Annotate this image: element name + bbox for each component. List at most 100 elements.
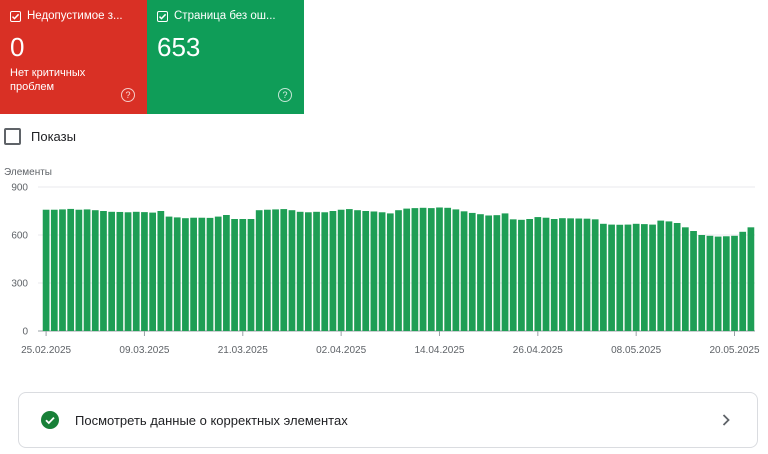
- bar: [444, 207, 452, 331]
- bar: [591, 219, 599, 331]
- bar: [214, 216, 222, 331]
- bar: [706, 235, 714, 331]
- bar: [296, 211, 304, 331]
- bar: [231, 219, 238, 331]
- bar: [501, 213, 509, 331]
- bar: [403, 208, 411, 331]
- y-tick-label: 600: [11, 231, 28, 242]
- impressions-toggle[interactable]: Показы: [4, 128, 76, 145]
- bar: [698, 235, 706, 331]
- bar: [427, 208, 435, 331]
- x-tick-label: 02.04.2025: [316, 345, 366, 356]
- valid-card-header: Страница без ош...: [157, 10, 286, 22]
- bar: [280, 209, 288, 331]
- bar: [362, 211, 370, 331]
- bar: [526, 219, 533, 331]
- bar: [59, 209, 66, 331]
- x-tick-label: 25.02.2025: [21, 345, 71, 356]
- valid-card-title: Страница без ош...: [174, 10, 276, 22]
- bar: [468, 212, 476, 331]
- impressions-checkbox[interactable]: [4, 128, 21, 145]
- bar: [75, 209, 83, 331]
- bar: [67, 208, 75, 331]
- bar: [313, 211, 320, 331]
- bar: [116, 211, 124, 331]
- bar: [165, 216, 173, 331]
- x-tick-label: 09.03.2025: [119, 345, 169, 356]
- bar: [477, 214, 484, 331]
- view-valid-items-label: Посмотреть данные о корректных элементах: [75, 412, 348, 428]
- chevron-right-icon[interactable]: [721, 413, 731, 427]
- bar: [641, 224, 648, 331]
- help-circle-icon[interactable]: ?: [278, 88, 292, 102]
- bar: [83, 209, 91, 331]
- bar: [141, 212, 148, 331]
- bar: [583, 218, 591, 331]
- check-circle-icon: [41, 411, 59, 429]
- help-circle-icon[interactable]: ?: [121, 88, 135, 102]
- x-tick-label: 20.05.2025: [709, 345, 759, 356]
- bar: [288, 210, 296, 331]
- bar: [42, 209, 50, 331]
- bar: [108, 211, 116, 331]
- bar: [378, 212, 386, 331]
- bar: [239, 219, 247, 331]
- bar: [132, 211, 140, 331]
- impressions-label: Показы: [31, 129, 76, 144]
- view-valid-items-row[interactable]: Посмотреть данные о корректных элементах: [18, 392, 758, 448]
- bar: [100, 211, 107, 331]
- bar: [559, 218, 566, 331]
- checkbox-checked-icon[interactable]: [157, 10, 168, 22]
- bar: [247, 219, 255, 331]
- bar: [411, 208, 419, 331]
- bar: [198, 217, 206, 331]
- bar: [739, 231, 747, 331]
- bar: [575, 218, 583, 331]
- bar: [690, 231, 697, 331]
- bar: [173, 217, 181, 331]
- bar: [518, 219, 525, 331]
- y-axis-label: Элементы: [4, 167, 52, 178]
- bar: [436, 207, 443, 331]
- bar: [747, 227, 755, 331]
- bar: [624, 224, 632, 331]
- invalid-card-value: 0: [10, 32, 25, 62]
- bar: [600, 223, 607, 331]
- invalid-items-card[interactable]: Недопустимое з... 0 Нет критичных пробле…: [0, 0, 147, 114]
- bar: [509, 219, 517, 331]
- bar: [50, 209, 58, 331]
- invalid-card-title: Недопустимое з...: [27, 10, 123, 22]
- bar: [485, 215, 493, 331]
- bar: [714, 236, 722, 331]
- bar: [157, 211, 165, 331]
- bar: [329, 211, 337, 331]
- bar: [272, 209, 279, 331]
- bar: [673, 223, 681, 331]
- bar: [321, 212, 329, 331]
- bar: [345, 209, 353, 331]
- x-tick-label: 26.04.2025: [513, 345, 563, 356]
- bar: [460, 211, 468, 331]
- bar: [452, 209, 460, 331]
- bar: [354, 210, 361, 331]
- invalid-card-header: Недопустимое з...: [10, 10, 139, 22]
- x-tick-label: 08.05.2025: [611, 345, 661, 356]
- bar: [534, 217, 542, 331]
- elements-bar-chart: Элементы 0 300 600 900 25.02.2025 09.03.2025 21…: [4, 167, 760, 356]
- y-tick-label: 900: [11, 183, 28, 194]
- x-tick-label: 21.03.2025: [218, 345, 268, 356]
- bar: [493, 215, 501, 331]
- bar: [206, 217, 214, 331]
- bar: [657, 220, 665, 331]
- bar: [542, 217, 550, 331]
- x-tick-label: 14.04.2025: [414, 345, 464, 356]
- invalid-card-subtitle: Нет критичных проблем: [10, 67, 86, 93]
- bar: [419, 207, 427, 331]
- bar: [255, 210, 263, 331]
- bar: [370, 211, 378, 331]
- checkbox-checked-icon[interactable]: [10, 10, 21, 22]
- valid-items-card[interactable]: Страница без ош... 653 ?: [147, 0, 304, 114]
- bar: [386, 213, 394, 331]
- y-tick-label: 0: [22, 327, 28, 338]
- bar: [632, 223, 640, 331]
